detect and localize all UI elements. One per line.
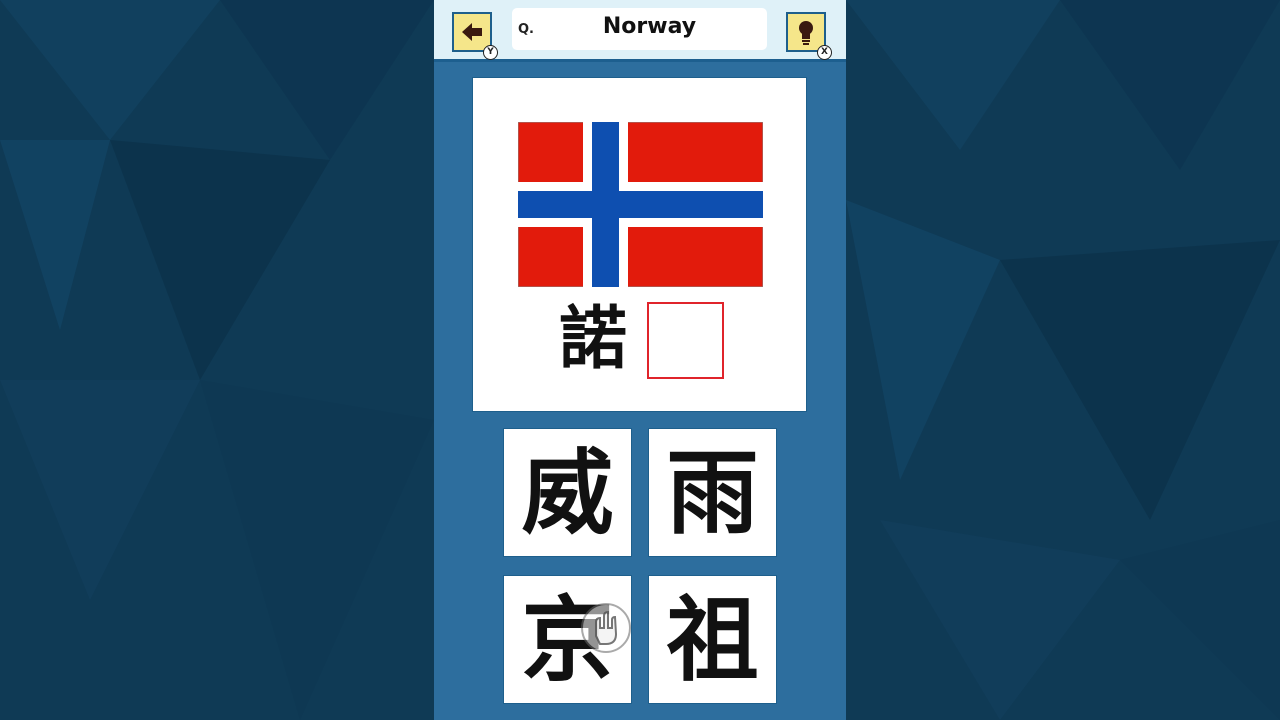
choice-tile-2[interactable]: 雨 xyxy=(648,428,777,557)
question-header: Y Q. Norway X xyxy=(434,0,846,62)
game-panel: Y Q. Norway X 諾 威 雨 京 祖 xyxy=(434,0,846,720)
blank-answer-slot xyxy=(647,302,724,379)
choice-tile-1[interactable]: 威 xyxy=(503,428,632,557)
norway-flag xyxy=(518,122,763,287)
x-button-badge: X xyxy=(817,45,832,60)
lightbulb-icon xyxy=(799,21,813,45)
choice-tile-3[interactable]: 京 xyxy=(503,575,632,704)
question-box: Q. Norway xyxy=(512,8,767,50)
back-button[interactable]: Y xyxy=(452,12,498,60)
hint-button[interactable]: X xyxy=(786,12,832,60)
answer-row: 諾 xyxy=(473,300,806,380)
given-character: 諾 xyxy=(558,300,627,379)
question-country: Norway xyxy=(602,14,697,39)
choice-tile-4[interactable]: 祖 xyxy=(648,575,777,704)
question-card: 諾 xyxy=(472,77,807,412)
y-button-badge: Y xyxy=(483,45,498,60)
arrow-left-icon xyxy=(462,23,482,41)
